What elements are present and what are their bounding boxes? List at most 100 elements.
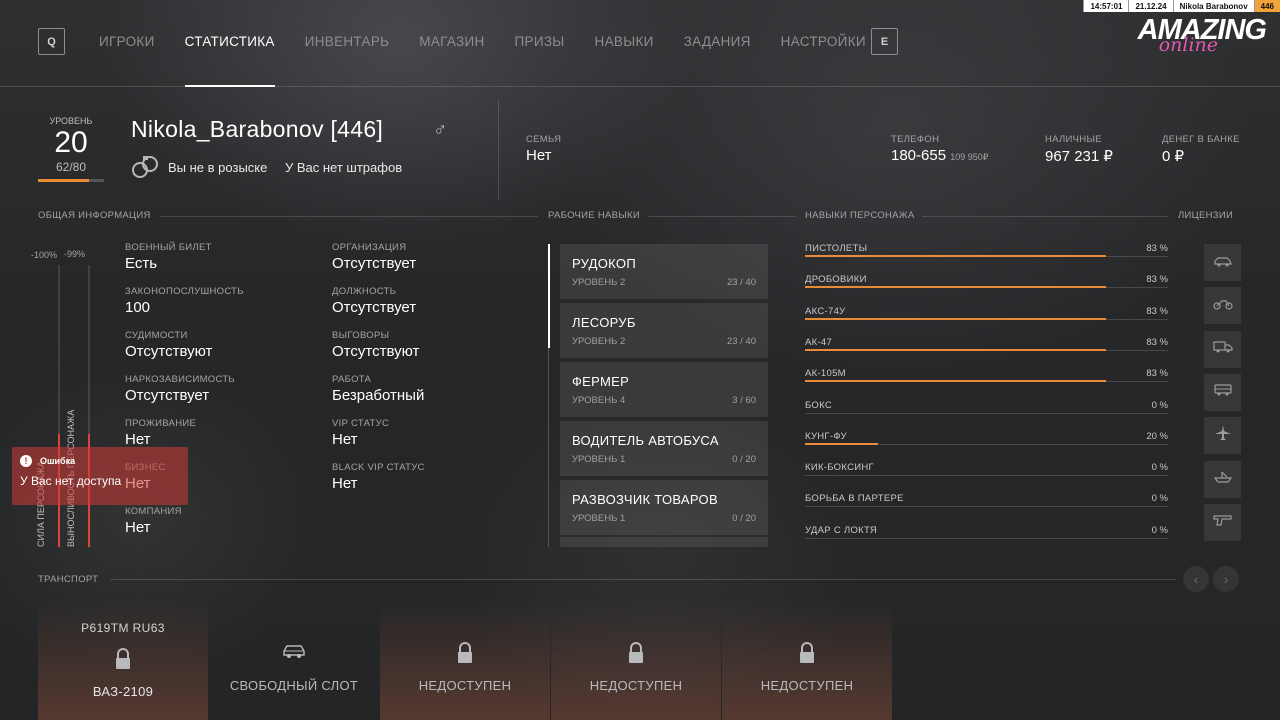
chevron-right-icon: ›	[1223, 571, 1229, 587]
phone-row: 180-655 109 950₽	[891, 147, 989, 164]
player-name: Nikola_Barabonov [446]	[131, 116, 384, 142]
info-value: Отсутствуют	[332, 343, 420, 360]
cash-value: 967 231 ₽	[1045, 148, 1113, 165]
transport-slot[interactable]: СВОБОДНЫЙ СЛОТ	[209, 598, 379, 720]
tab-3[interactable]: МАГАЗИН	[419, 34, 484, 54]
strength-pct: -100%	[31, 250, 58, 260]
skill-bar-fill	[805, 317, 1107, 320]
tab-0[interactable]: ИГРОКИ	[99, 34, 155, 54]
job-card-partial[interactable]	[560, 537, 768, 547]
error-icon: !	[20, 455, 32, 467]
job-card[interactable]: ЛЕСОРУБ УРОВЕНЬ 2 23 / 40	[560, 303, 768, 358]
level-label: УРОВЕНЬ	[49, 116, 93, 126]
tab-5[interactable]: НАВЫКИ	[595, 34, 654, 54]
slot-label: НЕДОСТУПЕН	[760, 678, 854, 693]
family-value: Нет	[526, 147, 552, 164]
tab-7[interactable]: НАСТРОЙКИ	[781, 34, 866, 54]
date: 21.12.24	[1128, 0, 1173, 12]
job-card[interactable]: РАЗВОЗЧИК ТОВАРОВ УРОВЕНЬ 1 0 / 20	[560, 480, 768, 535]
skill-row: БОКС 0 %	[805, 400, 1168, 420]
tab-6[interactable]: ЗАДАНИЯ	[684, 34, 751, 54]
skill-bar-fill	[805, 348, 1107, 351]
info-label: СУДИМОСТИ	[125, 330, 188, 341]
skill-name: АК-47	[805, 336, 833, 348]
license-boat[interactable]	[1204, 460, 1241, 498]
transport-slot[interactable]: НЕДОСТУПЕН	[722, 598, 892, 720]
license-bus[interactable]	[1204, 373, 1241, 411]
toast-text: У Вас нет доступа	[20, 474, 122, 488]
phone-balance: 109 950₽	[950, 152, 989, 162]
job-card[interactable]: РУДОКОП УРОВЕНЬ 2 23 / 40	[560, 244, 768, 299]
main-tabs: ИГРОКИ СТАТИСТИКА ИНВЕНТАРЬ МАГАЗИН ПРИЗЫ НАВ…	[99, 34, 896, 87]
transport-next-button[interactable]: ›	[1213, 566, 1239, 592]
job-progress: 23 / 40	[726, 336, 756, 347]
job-name: ВОДИТЕЛЬ АВТОБУСА	[572, 433, 719, 448]
skill-name: УДАР С ЛОКТЯ	[805, 524, 878, 536]
license-car[interactable]	[1204, 244, 1241, 281]
skill-percent: 0 %	[1151, 524, 1168, 536]
slot-label: НЕДОСТУПЕН	[589, 678, 683, 693]
status-level: 446	[1253, 0, 1280, 12]
nav-prev-key[interactable]: Q	[38, 28, 65, 55]
work-divider	[648, 216, 796, 217]
tab-1[interactable]: СТАТИСТИКА	[184, 34, 275, 87]
info-value: Безработный	[332, 387, 425, 404]
job-progress: 23 / 40	[726, 277, 756, 288]
info-label: НАРКОЗАВИСИМОСТЬ	[125, 374, 235, 385]
info-label: КОМПАНИЯ	[125, 506, 182, 517]
info-item: BLACK VIP СТАТУС Нет	[332, 462, 532, 492]
license-plane[interactable]	[1204, 417, 1241, 455]
license-truck[interactable]	[1204, 330, 1241, 368]
info-item: ДОЛЖНОСТЬ Отсутствует	[332, 286, 532, 316]
skill-name: ПИСТОЛЕТЫ	[805, 243, 868, 254]
error-toast[interactable]: ! Ошибка У Вас нет доступа	[12, 447, 188, 505]
skill-percent: 20 %	[1146, 430, 1168, 442]
slot-label: НЕДОСТУПЕН	[418, 678, 512, 693]
info-label: BLACK VIP СТАТУС	[332, 462, 425, 473]
skill-bar	[805, 537, 1168, 539]
job-name: ЛЕСОРУБ	[572, 315, 636, 330]
skill-percent: 83 %	[1146, 368, 1168, 380]
char-skills-title: НАВЫКИ ПЕРСОНАЖА	[805, 210, 915, 221]
bus-icon	[1213, 383, 1233, 402]
info-label: ПРОЖИВАНИЕ	[125, 418, 197, 429]
lock-icon	[380, 642, 550, 664]
jobs-scroll-thumb[interactable]	[548, 244, 550, 348]
info-value: Отсутствуют	[125, 343, 213, 360]
skill-name: АК-105М	[805, 368, 846, 380]
skill-name: КИК-БОКСИНГ	[805, 462, 874, 474]
license-gun[interactable]	[1204, 503, 1241, 541]
skill-name: БОРЬБА В ПАРТЕРЕ	[805, 493, 904, 505]
work-skills-title: РАБОЧИЕ НАВЫКИ	[548, 210, 640, 221]
tab-4[interactable]: ПРИЗЫ	[515, 34, 565, 54]
transport-title: ТРАНСПОРТ	[38, 574, 99, 585]
skill-bar-fill	[805, 255, 1107, 257]
licenses-title: ЛИЦЕНЗИИ	[1178, 210, 1234, 221]
job-card[interactable]: ВОДИТЕЛЬ АВТОБУСА УРОВЕНЬ 1 0 / 20	[560, 421, 768, 476]
family-stat: СЕМЬЯ Нет	[526, 134, 561, 164]
status-player-name: Nikola Barabonov	[1172, 0, 1254, 12]
tab-2[interactable]: ИНВЕНТАРЬ	[305, 34, 390, 54]
lock-icon	[722, 642, 892, 664]
motorcycle-icon	[1212, 296, 1233, 315]
skill-name: БОКС	[805, 399, 833, 411]
transport-slot[interactable]: Р619ТМ RU63 ВАЗ-2109	[38, 598, 208, 720]
cash-label: НАЛИЧНЫЕ	[1045, 134, 1102, 145]
male-icon: ♂	[433, 120, 448, 141]
lock-icon	[38, 648, 208, 670]
info-label: РАБОТА	[332, 374, 372, 385]
info-value: Есть	[125, 255, 158, 272]
job-card[interactable]: ФЕРМЕР УРОВЕНЬ 4 3 / 60	[560, 362, 768, 417]
skill-bar	[805, 475, 1168, 477]
job-level: УРОВЕНЬ 2	[572, 277, 626, 288]
tab-label: ЗАДАНИЯ	[683, 34, 751, 49]
general-divider	[160, 216, 538, 217]
skill-row: БОРЬБА В ПАРТЕРЕ 0 %	[805, 493, 1168, 513]
boat-icon	[1213, 470, 1233, 489]
skill-percent: 83 %	[1146, 305, 1168, 317]
transport-slot[interactable]: НЕДОСТУПЕН	[551, 598, 721, 720]
transport-prev-button[interactable]: ‹	[1183, 566, 1209, 592]
nav-next-key[interactable]: E	[871, 28, 898, 55]
transport-slot[interactable]: НЕДОСТУПЕН	[380, 598, 550, 720]
license-motorcycle[interactable]	[1204, 287, 1241, 325]
